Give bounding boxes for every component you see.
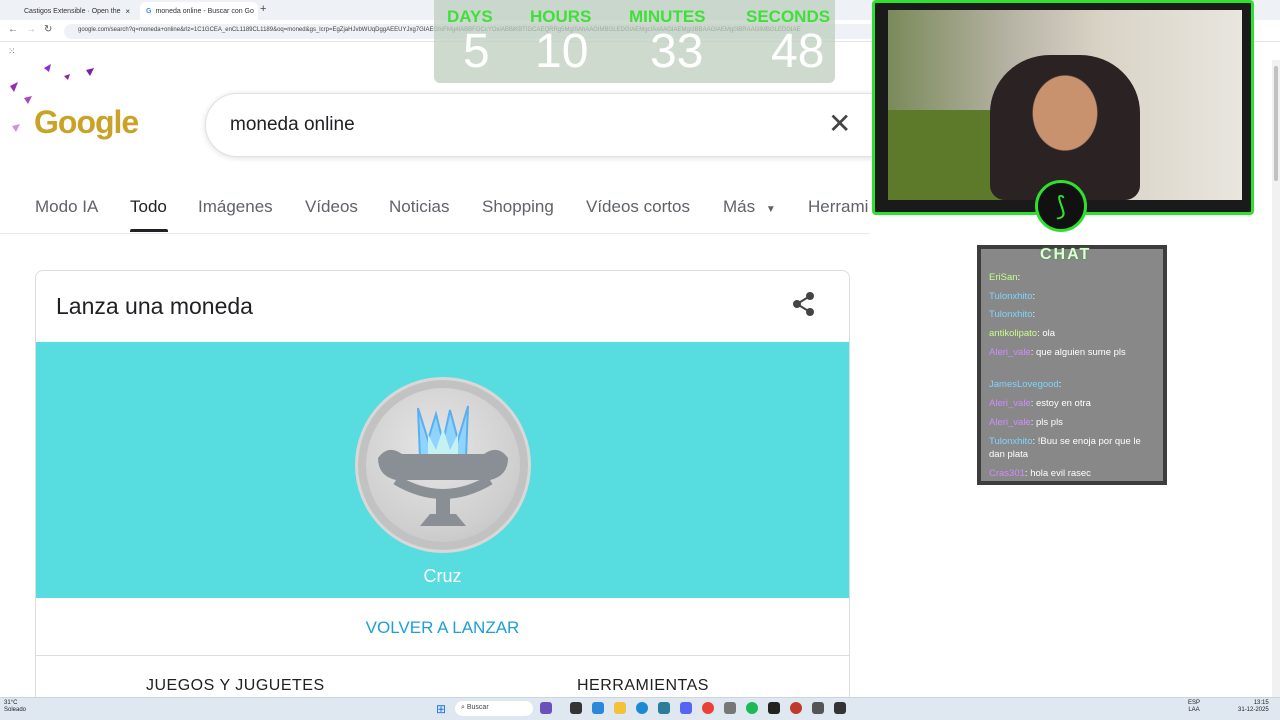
chat-user: JamesLovegood	[989, 379, 1059, 390]
countdown-minutes-value: 33	[650, 25, 704, 78]
share-icon[interactable]	[790, 290, 818, 318]
streamer-image	[990, 55, 1140, 200]
apps-grid-icon[interactable]: ⁙	[8, 46, 16, 57]
pickle-logo-icon: ⟆	[1035, 180, 1087, 232]
terminal-icon[interactable]	[768, 702, 780, 714]
tab-videos-cortos[interactable]: Vídeos cortos	[586, 197, 690, 217]
chat-message: antikolipato: ola	[989, 328, 1056, 339]
chat-message: Cras301: hola evil rasec	[989, 468, 1091, 479]
app-icon[interactable]	[790, 702, 802, 714]
weather-desc: Soleado	[4, 707, 27, 713]
google-favicon-icon: G	[146, 7, 152, 15]
chevron-down-icon: ▼	[765, 204, 776, 215]
tab-todo[interactable]: Todo	[130, 197, 167, 217]
chat-message: Aleri_vale: estoy en otra	[989, 398, 1091, 409]
chat-text: estoy en otra	[1036, 398, 1091, 409]
tab-modo-ia[interactable]: Modo IA	[35, 197, 98, 217]
lang-code: ESP	[1188, 700, 1201, 706]
copilot-icon[interactable]	[540, 702, 552, 714]
chat-user: Tulonxhito	[989, 436, 1033, 447]
edge-icon[interactable]	[636, 702, 648, 714]
clock-time: 13:15	[1253, 700, 1269, 706]
tab-shopping[interactable]: Shopping	[482, 197, 554, 217]
chat-message: EriSan:	[989, 272, 1021, 283]
task-view-icon[interactable]	[570, 702, 582, 714]
countdown-hours-value: 10	[535, 25, 589, 78]
taskbar-clock[interactable]: 13:15 31-12-2025	[1238, 700, 1269, 714]
chat-title: CHAT	[1040, 246, 1092, 263]
coin-result-label: Cruz	[423, 566, 462, 586]
store-icon[interactable]	[592, 702, 604, 714]
card-title: Lanza una moneda	[56, 293, 253, 319]
app-icon[interactable]	[812, 702, 824, 714]
obs-icon[interactable]	[834, 702, 846, 714]
chat-message: Tulonxhito: !Buu se enoja por que le dan…	[989, 436, 1141, 460]
coin-tails[interactable]	[355, 377, 531, 553]
flip-again-button[interactable]: VOLVER A LANZAR	[0, 618, 885, 638]
google-doodle-logo[interactable]: Google	[34, 104, 139, 141]
tab-title: Castigos Extensible · Open the	[24, 7, 121, 15]
search-input[interactable]: moneda online	[230, 114, 355, 136]
start-icon[interactable]: ⊞	[436, 702, 446, 716]
chat-message: JamesLovegood:	[989, 379, 1062, 390]
language-indicator[interactable]: ESP LAA	[1188, 700, 1200, 714]
spotify-icon[interactable]	[746, 702, 758, 714]
category-tools-link[interactable]: HERRAMIENTAS	[577, 677, 709, 695]
app-icon[interactable]	[658, 702, 670, 714]
brazier-icon	[378, 405, 508, 526]
chat-text: pls pls	[1036, 417, 1063, 428]
category-games-link[interactable]: JUEGOS Y JUGUETES	[146, 677, 325, 695]
chat-text: que alguien sume pls	[1036, 347, 1126, 358]
lang-layout: LAA	[1188, 707, 1200, 713]
chat-message: Aleri_vale: que alguien sume pls	[989, 347, 1126, 358]
chat-message: Tulonxhito:	[989, 291, 1036, 302]
card-divider	[36, 655, 849, 656]
tab-mas[interactable]: Más ▼	[723, 197, 776, 217]
tab-videos[interactable]: Vídeos	[305, 197, 358, 217]
forward-button[interactable]: →	[26, 24, 36, 35]
tab-noticias[interactable]: Noticias	[389, 197, 449, 217]
chat-user: EriSan	[989, 272, 1018, 283]
taskbar-search-input[interactable]: ⌕ Buscar	[455, 701, 533, 716]
file-explorer-icon[interactable]	[614, 702, 626, 714]
active-tab-indicator	[130, 229, 168, 232]
chrome-icon[interactable]	[702, 702, 714, 714]
weather-widget[interactable]: 31°C Soleado	[4, 700, 26, 714]
clock-date: 31-12-2025	[1238, 707, 1269, 713]
browser-tab-active[interactable]: G moneda online - Buscar con Go ×	[140, 2, 258, 20]
chat-user: Aleri_vale	[989, 417, 1031, 428]
clear-search-icon[interactable]: ✕	[828, 110, 851, 138]
countdown-days-value: 5	[463, 25, 490, 78]
tab-mas-label: Más	[723, 197, 756, 216]
new-tab-button[interactable]: +	[260, 3, 266, 15]
discord-icon[interactable]	[680, 702, 692, 714]
chat-message: Aleri_vale: pls pls	[989, 417, 1063, 428]
reload-button[interactable]: ↻	[44, 24, 52, 35]
scrollbar-thumb[interactable]	[1274, 66, 1278, 181]
chat-text: hola evil rasec	[1030, 468, 1091, 479]
tab-herramientas[interactable]: Herrami	[808, 197, 868, 217]
chat-user: Cras301	[989, 468, 1025, 479]
chat-user: Tulonxhito	[989, 309, 1033, 320]
nav-divider	[0, 233, 870, 234]
chat-user: antikolipato	[989, 328, 1038, 339]
chat-message: Tulonxhito:	[989, 309, 1036, 320]
back-button[interactable]: ←	[8, 24, 18, 35]
browser-tab[interactable]: Castigos Extensible · Open the ×	[18, 2, 136, 20]
tab-imagenes[interactable]: Imágenes	[198, 197, 273, 217]
weather-temp: 31°C	[4, 700, 18, 706]
tab-title: moneda online - Buscar con Go	[155, 7, 254, 15]
close-tab-icon[interactable]: ×	[125, 7, 130, 16]
chat-user: Aleri_vale	[989, 398, 1031, 409]
chat-user: Aleri_vale	[989, 347, 1031, 358]
countdown-seconds-value: 48	[771, 25, 825, 78]
chat-text: ola	[1042, 328, 1056, 339]
chat-user: Tulonxhito	[989, 291, 1033, 302]
taskbar-search-label: Buscar	[466, 704, 489, 711]
logo-text: Google	[34, 104, 139, 140]
settings-icon[interactable]	[724, 702, 736, 714]
